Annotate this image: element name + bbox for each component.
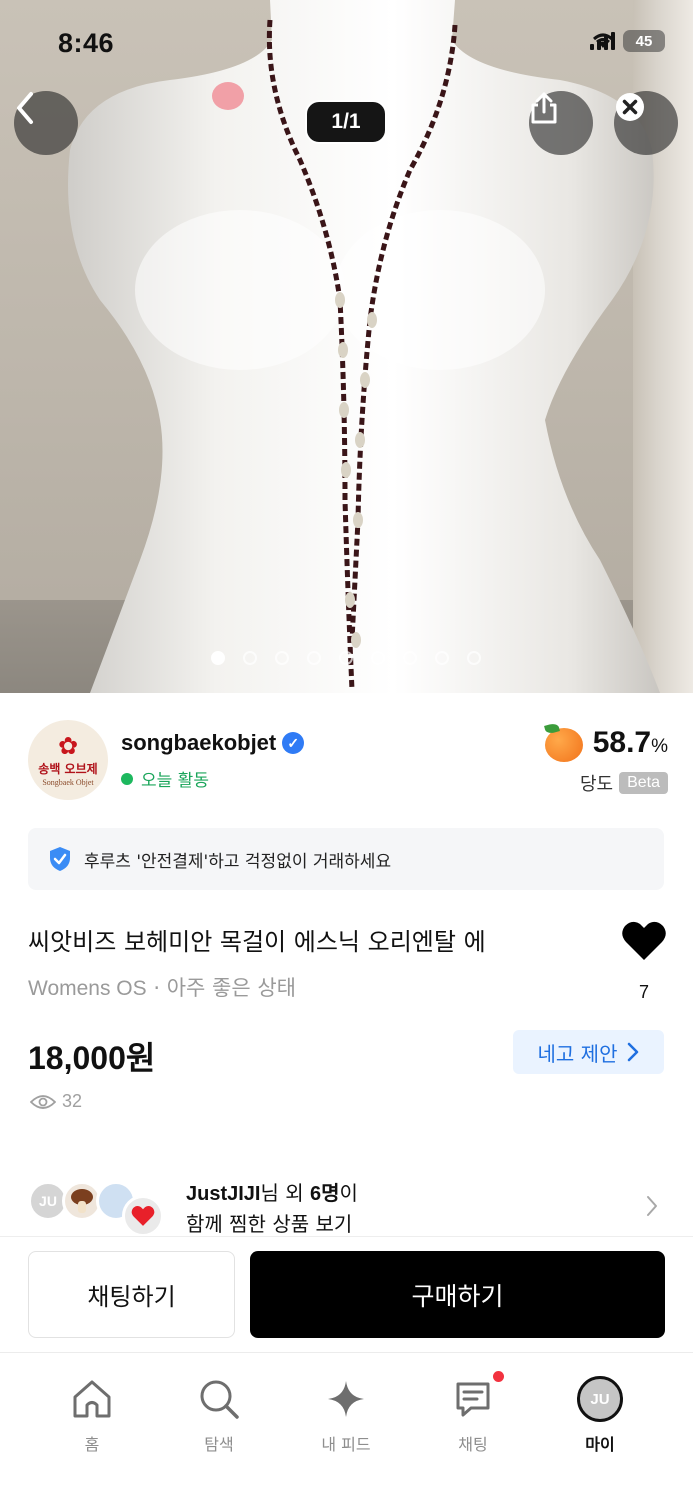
eye-icon — [30, 1094, 56, 1109]
wishlist-avatars: JU — [28, 1177, 178, 1237]
gallery-dots — [211, 651, 481, 665]
wishlist-line1: JustJIJI님 외 6명이 — [186, 1177, 358, 1206]
back-button[interactable] — [14, 91, 78, 155]
view-count-value: 32 — [62, 1091, 83, 1111]
shield-check-icon — [50, 847, 70, 871]
wishlist-line2: 함께 찜한 상품 보기 — [186, 1212, 353, 1236]
chat-button[interactable]: 채팅하기 — [28, 1251, 235, 1338]
seller-name-wrap[interactable]: songbaekobjet ✓ — [121, 730, 305, 756]
product-meta: Womens OS · 아주 좋은 상태 — [28, 972, 296, 1002]
offer-button[interactable]: 네고 제안 — [513, 1030, 664, 1074]
like-button[interactable]: 7 — [619, 920, 669, 1003]
wishlist-row[interactable]: JU JustJIJI님 외 6명이 함께 찜한 상품 보기 — [28, 1175, 664, 1237]
gallery-dot[interactable] — [339, 651, 353, 665]
search-icon — [200, 1380, 239, 1419]
tab-search-label: 탐색 — [204, 1435, 234, 1454]
online-dot-icon — [121, 772, 133, 785]
seller-row[interactable]: ✿ 송백 오브제 Songbaek Objet songbaekobjet ✓ … — [28, 720, 668, 804]
tab-home[interactable]: 홈 — [42, 1373, 142, 1455]
gallery-dot[interactable] — [435, 651, 449, 665]
safe-payment-text: 후루츠 '안전결제'하고 걱정없이 거래하세요 — [84, 851, 392, 872]
activity-label: 오늘 활동 — [141, 771, 209, 791]
close-icon — [616, 93, 644, 121]
verified-check-icon: ✓ — [282, 732, 305, 754]
heart-avatar-icon — [122, 1195, 164, 1237]
share-button[interactable] — [529, 91, 593, 155]
beta-badge: Beta — [619, 772, 668, 794]
close-button[interactable] — [614, 91, 678, 155]
gallery-dot[interactable] — [211, 651, 225, 665]
gallery-dot[interactable] — [371, 651, 385, 665]
chat-icon — [456, 1382, 490, 1417]
wishlist-suffix1: 님 외 — [260, 1181, 310, 1205]
gallery-dot[interactable] — [243, 651, 257, 665]
chevron-right-icon — [647, 1196, 657, 1216]
camellia-flower-icon: ✿ — [57, 731, 79, 760]
tab-feed-label: 내 피드 — [321, 1435, 371, 1454]
wishlist-user: JustJIJI — [186, 1183, 261, 1205]
gallery-dot[interactable] — [307, 651, 321, 665]
safe-payment-banner[interactable]: 후루츠 '안전결제'하고 걱정없이 거래하세요 — [28, 828, 664, 890]
view-count: 32 — [30, 1091, 82, 1112]
home-icon — [73, 1380, 111, 1418]
tab-home-label: 홈 — [84, 1435, 100, 1454]
share-icon — [531, 92, 557, 124]
meta-separator: · — [153, 976, 161, 1000]
status-icons: 45 — [590, 30, 665, 52]
profile-avatar: JU — [577, 1376, 623, 1422]
seller-avatar[interactable]: ✿ 송백 오브제 Songbaek Objet — [28, 720, 108, 800]
gallery-dot[interactable] — [403, 651, 417, 665]
seller-logo-text-en: Songbaek Objet — [42, 777, 94, 787]
image-pager: 1/1 — [305, 100, 387, 144]
sweetness-value-wrap: 58.7% — [593, 726, 668, 760]
bottom-tab-bar: 홈 탐색 내 피드 채팅 JU 마이 — [0, 1352, 693, 1500]
sweetness-label: 당도 — [579, 774, 614, 795]
orange-fruit-icon — [543, 722, 585, 764]
battery-icon: 45 — [623, 30, 665, 52]
tab-my-label: 마이 — [585, 1435, 615, 1454]
product-condition: 아주 좋은 상태 — [166, 976, 296, 1000]
chevron-left-icon — [17, 92, 33, 124]
product-title: 씨앗비즈 보헤미안 목걸이 에스닉 오리엔탈 에 — [28, 928, 486, 956]
sweetness-value: 58.7 — [592, 726, 652, 759]
tab-my[interactable]: JU 마이 — [550, 1373, 650, 1455]
wifi-icon — [593, 33, 613, 48]
sparkle-icon — [328, 1381, 364, 1417]
product-image[interactable]: 8:46 45 1/1 — [0, 0, 693, 693]
product-brand[interactable]: Womens OS — [28, 977, 147, 1000]
sweetness-score[interactable]: 58.7% 당도 Beta — [543, 722, 668, 796]
gallery-dot[interactable] — [467, 651, 481, 665]
gallery-dot[interactable] — [275, 651, 289, 665]
tab-chat-label: 채팅 — [458, 1435, 488, 1454]
action-bar: 채팅하기 구매하기 — [0, 1236, 693, 1352]
heart-icon — [622, 921, 666, 960]
tab-feed[interactable]: 내 피드 — [296, 1373, 396, 1455]
wishlist-suffix2: 이 — [339, 1181, 358, 1205]
chat-notification-dot — [493, 1371, 504, 1382]
buy-button[interactable]: 구매하기 — [250, 1251, 665, 1338]
seller-name: songbaekobjet — [121, 730, 277, 755]
like-count: 7 — [638, 982, 649, 1002]
wishlist-count: 6명 — [310, 1183, 340, 1205]
seller-logo-text-ko: 송백 오브제 — [38, 761, 98, 776]
sweetness-unit: % — [651, 736, 668, 757]
chevron-right-icon — [628, 1042, 639, 1062]
product-price: 18,000원 — [28, 1040, 156, 1076]
tab-search[interactable]: 탐색 — [169, 1373, 269, 1455]
status-time: 8:46 — [58, 28, 115, 58]
tab-chat[interactable]: 채팅 — [423, 1371, 523, 1455]
offer-label: 네고 제안 — [537, 1041, 618, 1066]
activity-status: 오늘 활동 — [121, 766, 209, 791]
